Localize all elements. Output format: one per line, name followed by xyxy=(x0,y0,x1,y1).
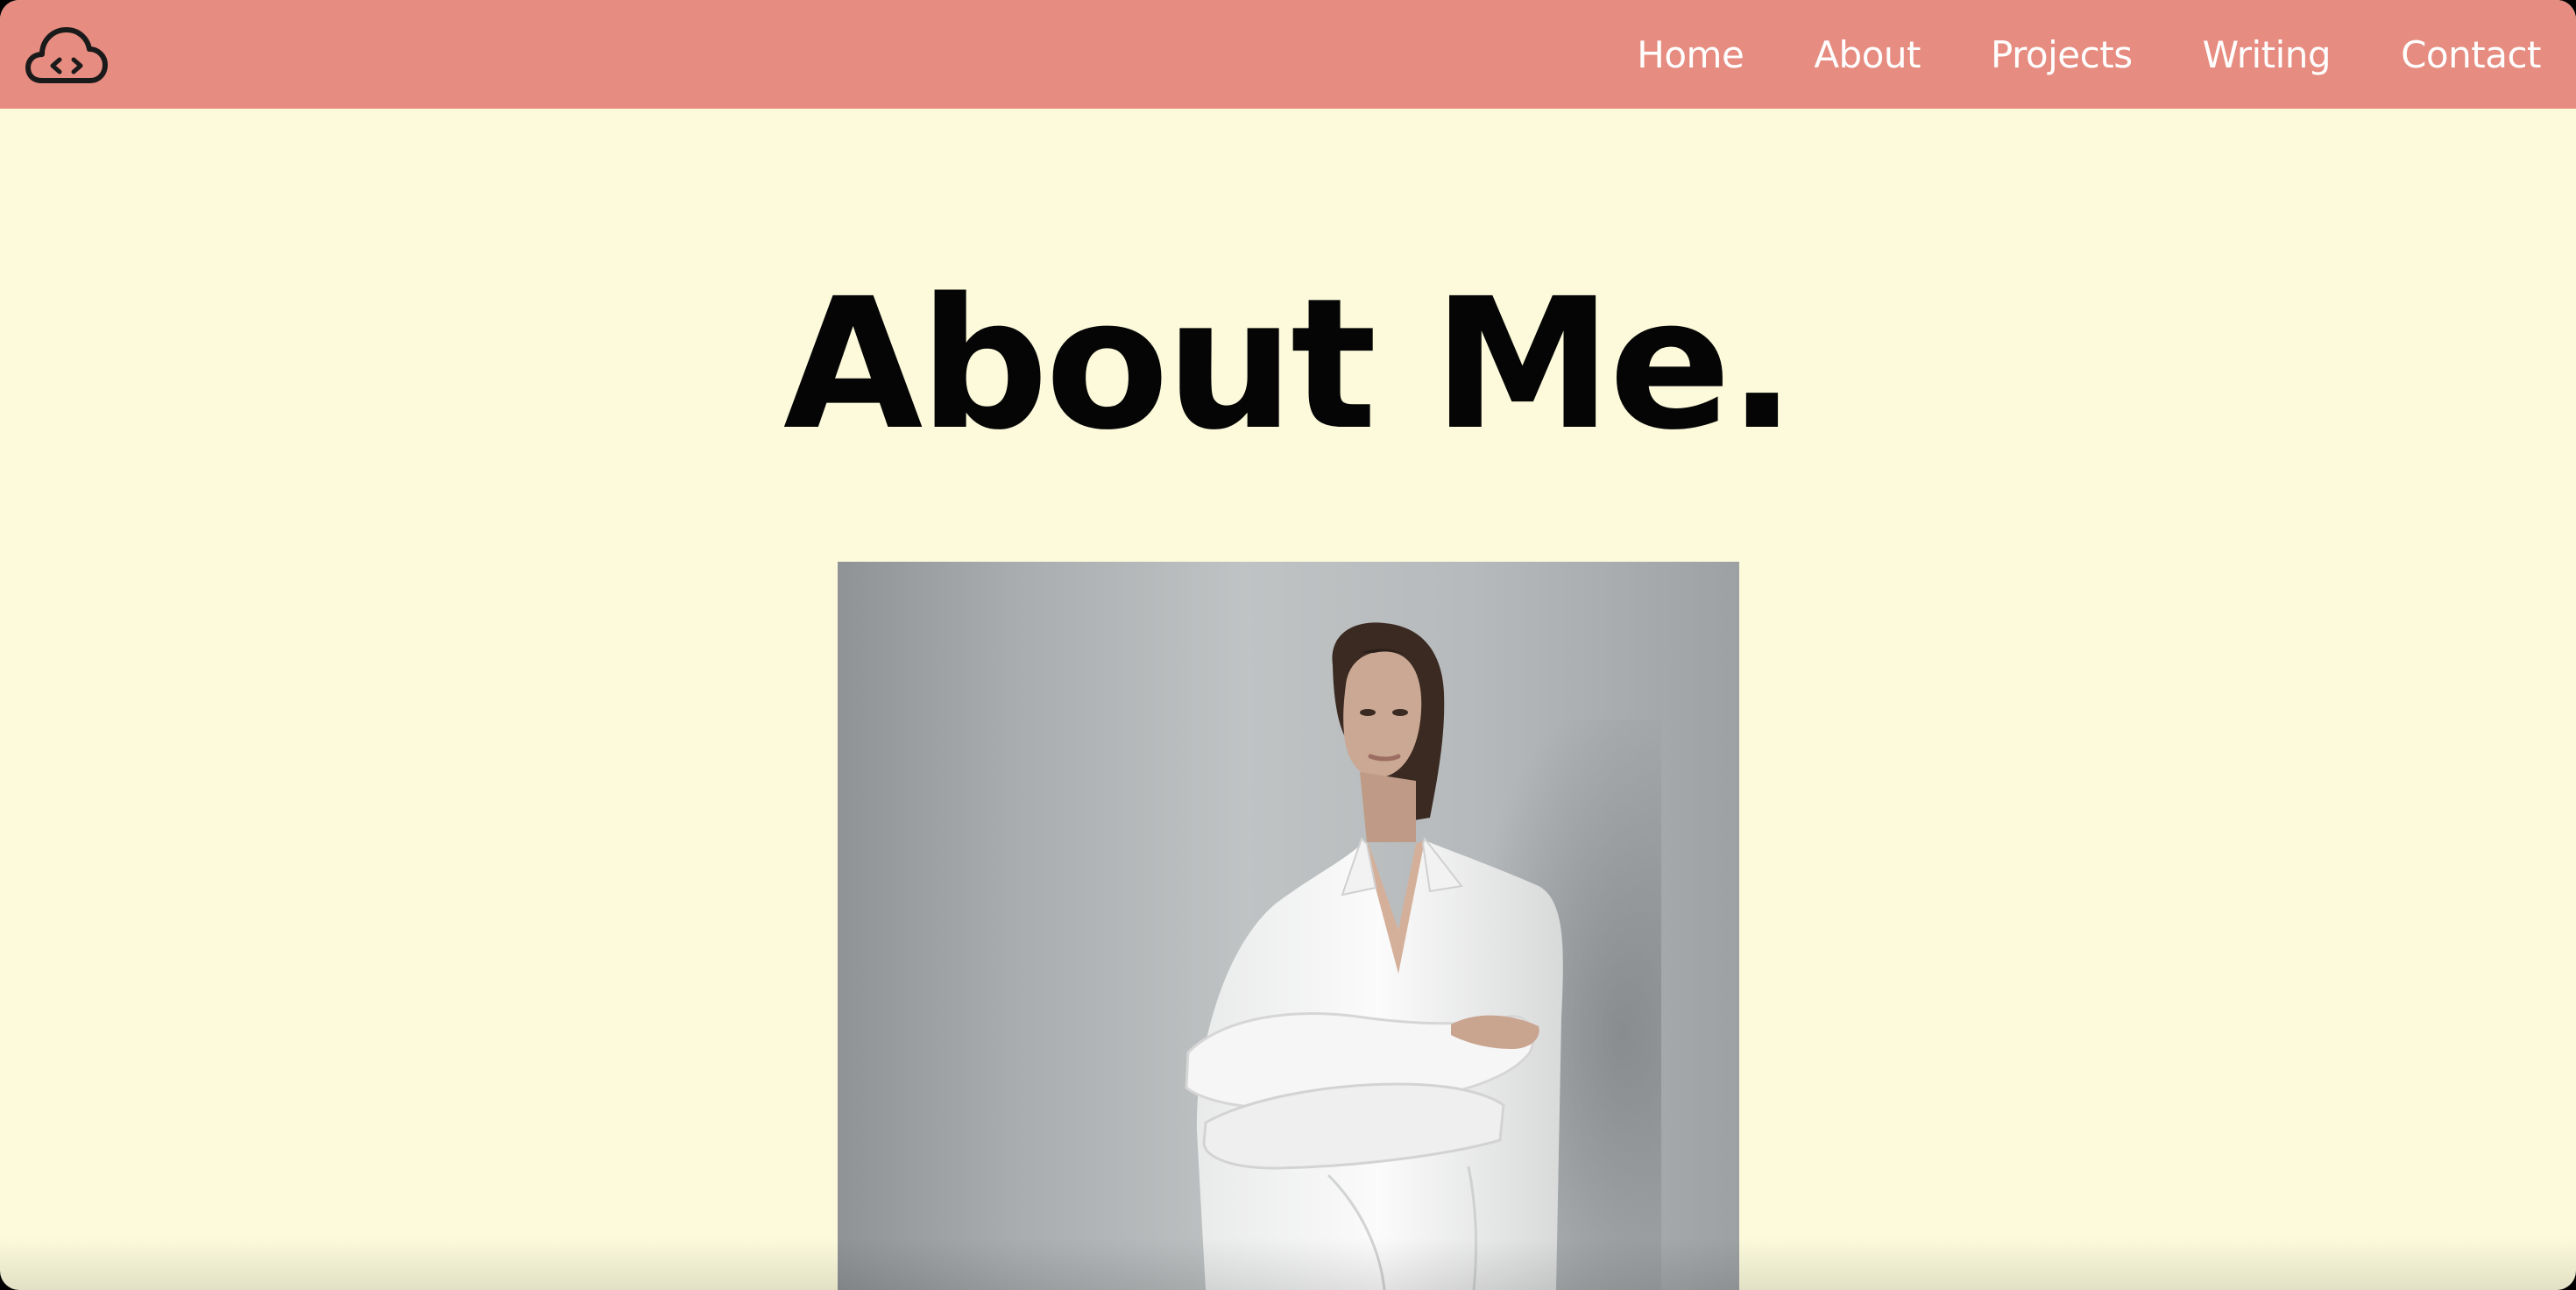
nav-links: Home About Projects Writing Contact xyxy=(1567,0,2541,109)
nav-link-projects[interactable]: Projects xyxy=(1991,33,2133,76)
browser-page: Home About Projects Writing Contact Abou… xyxy=(0,0,2576,1290)
portrait-illustration xyxy=(1185,622,1661,1290)
site-logo-link[interactable] xyxy=(25,19,109,89)
portrait-photo xyxy=(838,562,1739,1290)
nav-link-home[interactable]: Home xyxy=(1637,33,1744,76)
nav-link-about[interactable]: About xyxy=(1814,33,1921,76)
cloud-code-icon xyxy=(25,27,108,83)
top-navbar: Home About Projects Writing Contact xyxy=(0,0,2576,109)
nav-link-contact[interactable]: Contact xyxy=(2401,33,2541,76)
nav-link-writing[interactable]: Writing xyxy=(2203,33,2332,76)
page-title: About Me. xyxy=(782,259,1796,470)
